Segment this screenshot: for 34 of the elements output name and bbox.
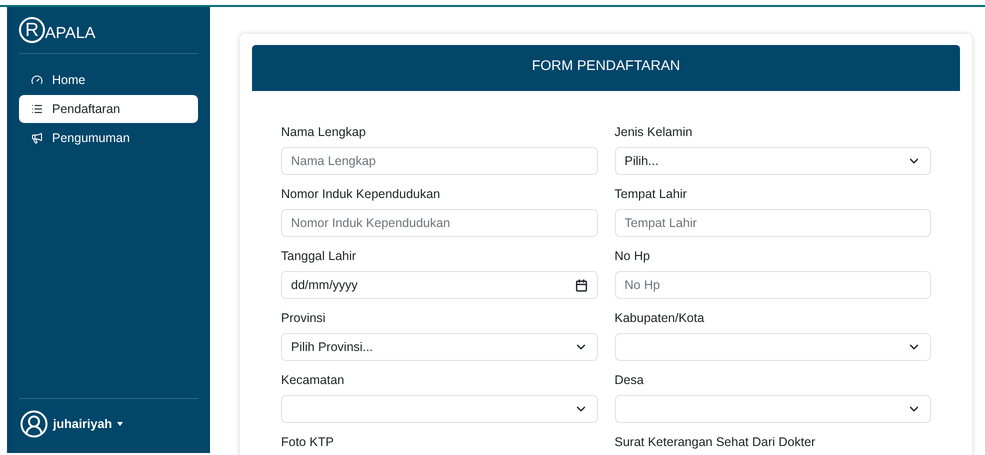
text-input[interactable]: No Hp: [614, 271, 931, 299]
date-input[interactable]: dd/mm/yyyy: [281, 271, 598, 299]
text-input[interactable]: Nomor Induk Kependudukan: [281, 209, 598, 237]
brand-name: APALA: [45, 26, 96, 42]
field-label: Kabupaten/Kota: [614, 311, 706, 326]
field-label: Nomor Induk Kependudukan: [281, 187, 442, 202]
field-label: Tempat Lahir: [614, 187, 688, 202]
nav-item[interactable]: Home: [19, 66, 198, 94]
nav-item[interactable]: Pengumuman: [19, 124, 198, 152]
select-dropdown[interactable]: Pilih Provinsi...: [281, 333, 598, 361]
gauge-icon: [31, 74, 43, 86]
text-input[interactable]: Tempat Lahir: [614, 209, 931, 237]
field-label: Foto KTP: [281, 435, 335, 450]
select-dropdown[interactable]: Pilih...: [614, 147, 931, 175]
field-label: Desa: [614, 373, 645, 388]
nav-item[interactable]: Pendaftaran: [19, 95, 198, 123]
form-header: FORM PENDAFTARAN: [252, 45, 960, 91]
megaphone-icon: [31, 132, 43, 144]
field-label: Jenis Kelamin: [614, 125, 694, 140]
logo-mark: R: [19, 17, 45, 43]
select-dropdown[interactable]: [614, 333, 931, 361]
select-dropdown[interactable]: [614, 395, 931, 423]
field-label: Tanggal Lahir: [281, 249, 358, 264]
avatar-icon: [19, 409, 49, 439]
field-label: Nama Lengkap: [281, 125, 367, 140]
field-label: Kecamatan: [281, 373, 346, 388]
text-input[interactable]: Nama Lengkap: [281, 147, 598, 175]
field-label: Provinsi: [281, 311, 326, 326]
select-dropdown[interactable]: [281, 395, 598, 423]
caret-icon: [117, 422, 124, 426]
field-label: Surat Keterangan Sehat Dari Dokter: [614, 435, 816, 450]
user-menu-button[interactable]: juhairiyah: [53, 414, 124, 434]
field-label: No Hp: [614, 249, 651, 264]
calendar-icon: [574, 278, 588, 292]
